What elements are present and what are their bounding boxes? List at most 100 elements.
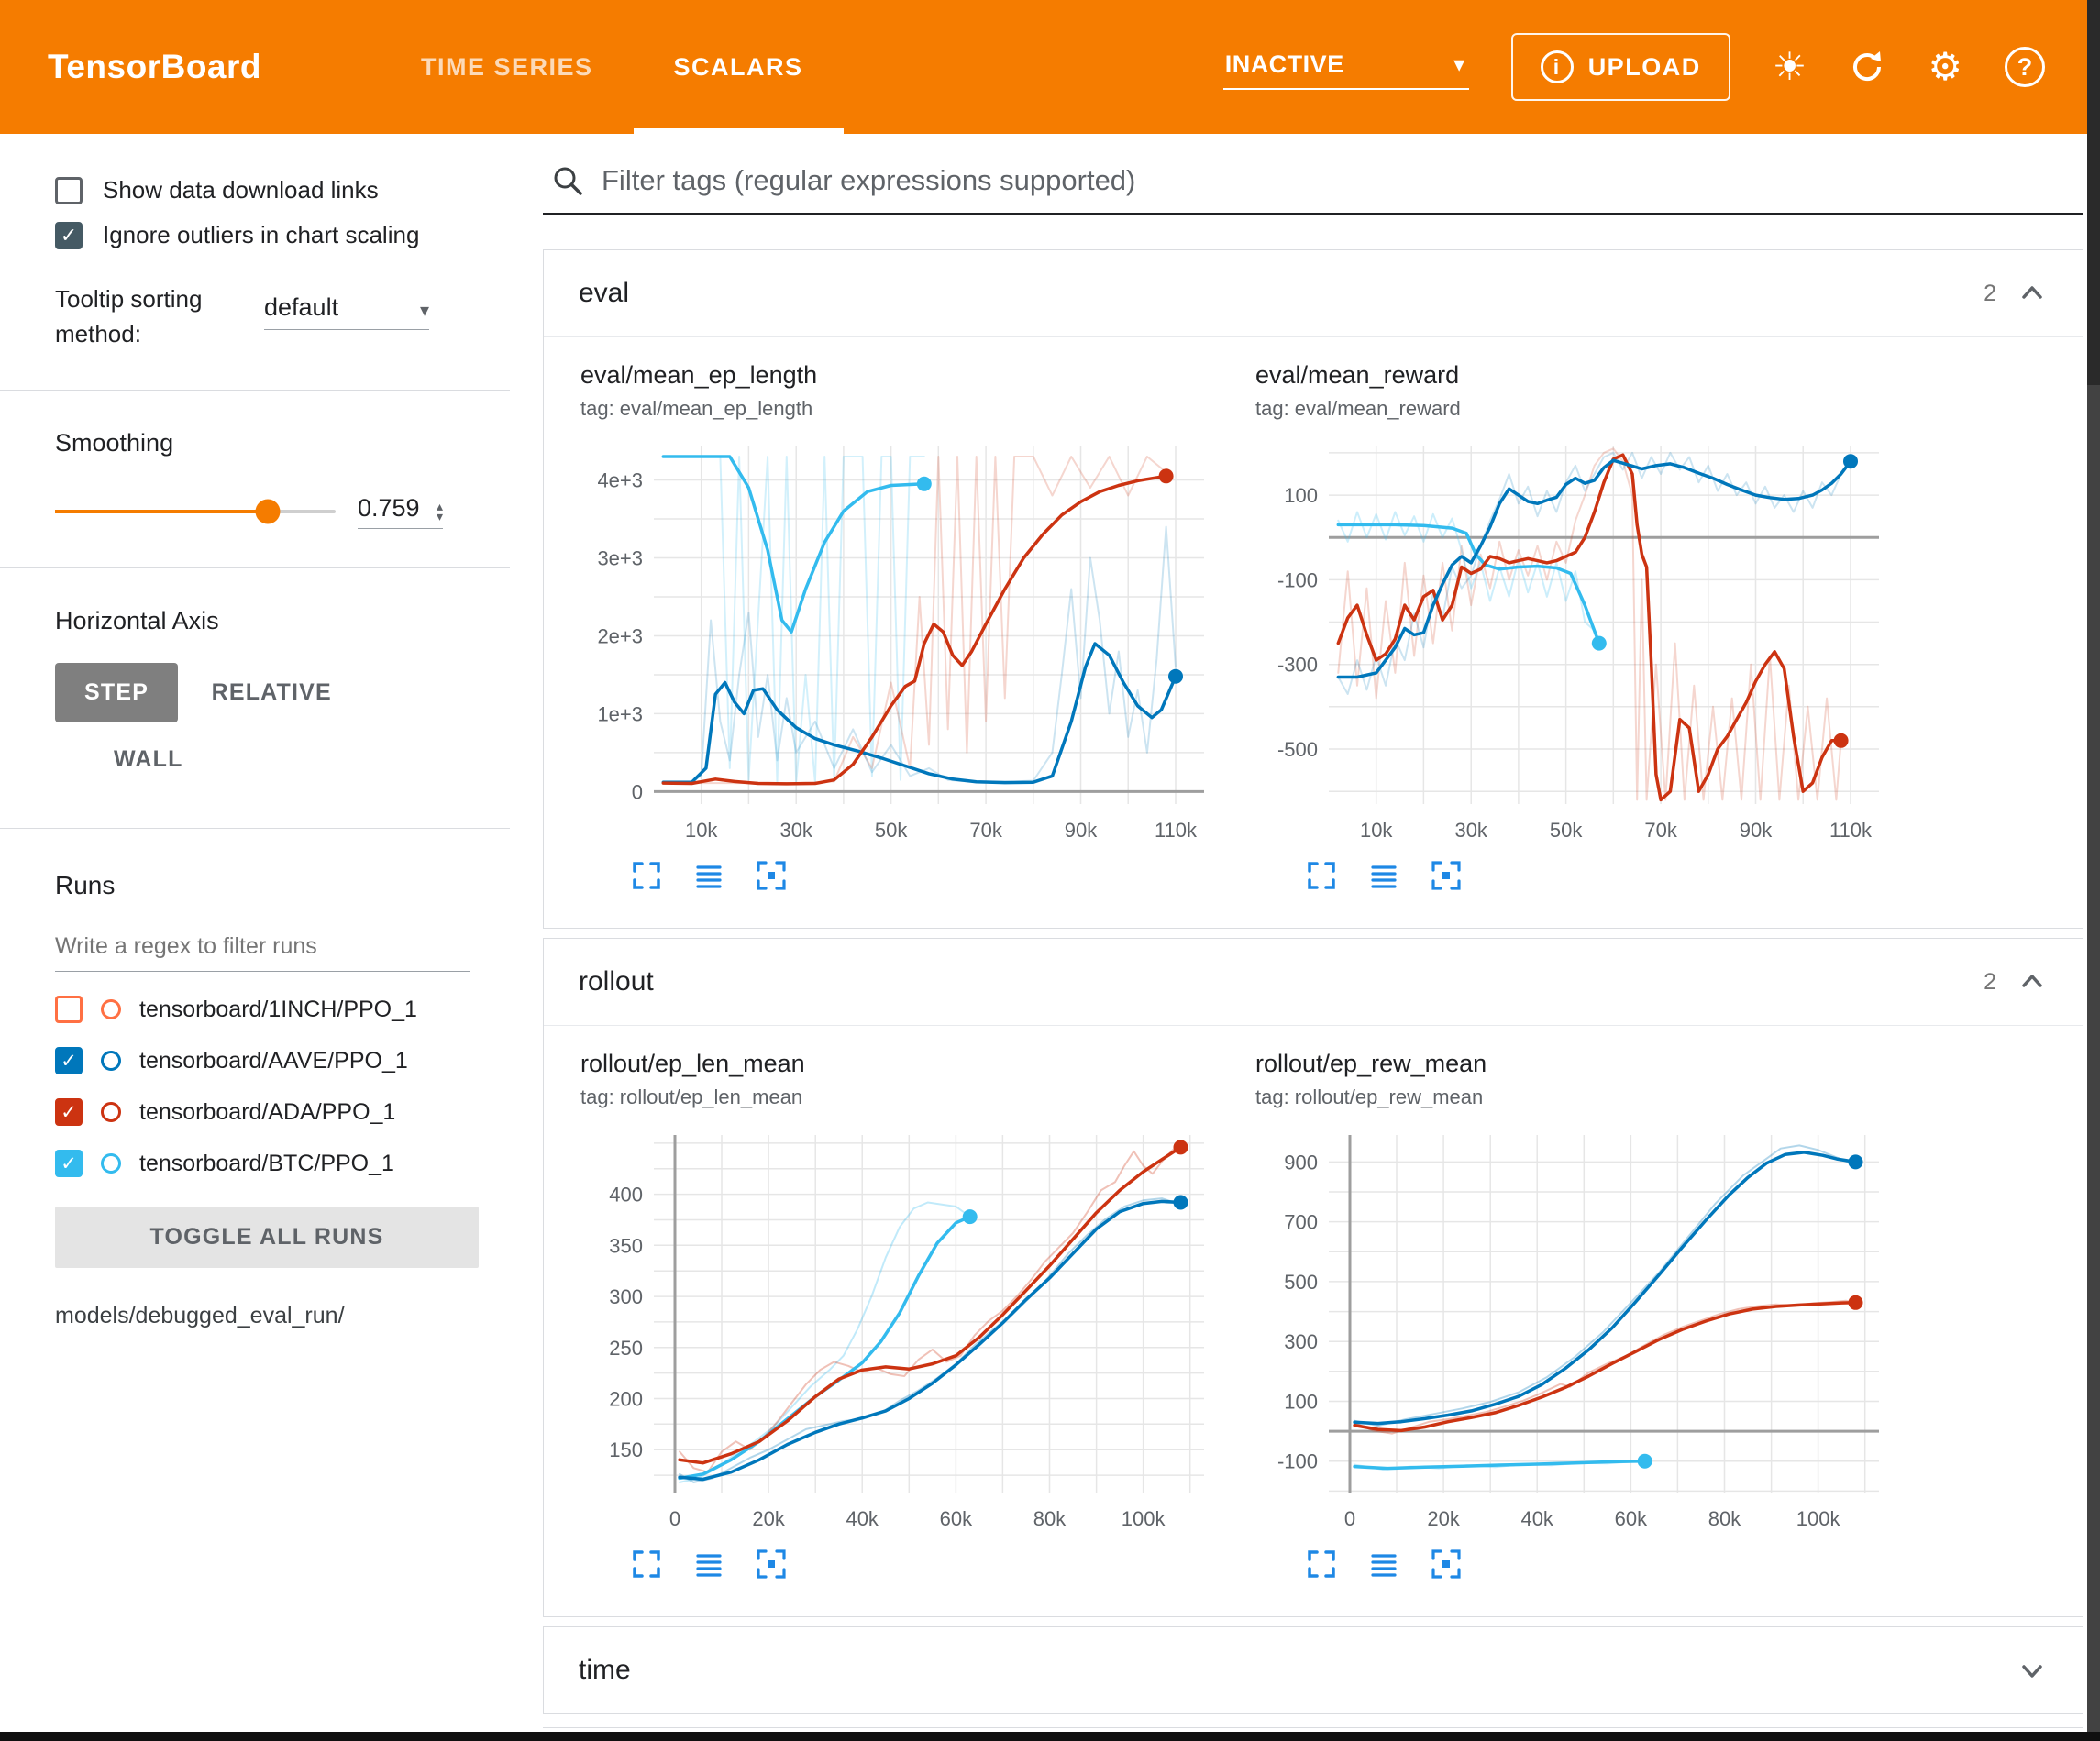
checkbox-label: Ignore outliers in chart scaling xyxy=(103,221,419,249)
group-header-rollout[interactable]: rollout 2 xyxy=(544,939,2083,1025)
svg-text:4e+3: 4e+3 xyxy=(597,469,643,492)
smoothing-slider[interactable] xyxy=(55,510,336,513)
svg-text:70k: 70k xyxy=(969,819,1002,842)
horizontal-axis-label: Horizontal Axis xyxy=(55,607,510,635)
app-header: TensorBoard TIME SERIES SCALARS INACTIVE… xyxy=(0,0,2100,134)
chart-tag: tag: rollout/ep_len_mean xyxy=(580,1085,1233,1109)
chart-canvas[interactable]: 020k40k60k80k100k-100100300500700900 xyxy=(1255,1120,1908,1543)
expand-chart-button[interactable] xyxy=(628,858,665,895)
tooltip-sorting-dropdown[interactable]: default ▾ xyxy=(264,282,429,330)
chevron-down-icon[interactable] xyxy=(2017,1655,2048,1686)
checkbox-label: Show data download links xyxy=(103,176,379,204)
axis-relative-button[interactable]: RELATIVE xyxy=(182,663,361,722)
svg-text:70k: 70k xyxy=(1644,819,1677,842)
svg-text:-100: -100 xyxy=(1277,1450,1318,1473)
view-data-button[interactable] xyxy=(1365,858,1402,895)
view-data-button[interactable] xyxy=(691,858,727,895)
svg-text:10k: 10k xyxy=(1360,819,1393,842)
run-row-1inch[interactable]: tensorboard/1INCH/PPO_1 xyxy=(55,996,510,1023)
tab-time-series[interactable]: TIME SERIES xyxy=(381,0,634,134)
run-row-btc[interactable]: ✓ tensorboard/BTC/PPO_1 xyxy=(55,1150,510,1177)
fit-domain-button[interactable] xyxy=(753,1547,790,1583)
run-checkbox[interactable]: ✓ xyxy=(55,1150,83,1177)
chevron-up-icon[interactable] xyxy=(2017,278,2048,309)
svg-text:900: 900 xyxy=(1284,1151,1318,1174)
smoothing-value-field[interactable]: ▴▾ xyxy=(358,494,443,529)
view-data-button[interactable] xyxy=(691,1547,727,1583)
run-row-aave[interactable]: ✓ tensorboard/AAVE/PPO_1 xyxy=(55,1047,510,1074)
divider xyxy=(0,390,510,391)
group-name: rollout xyxy=(579,966,654,997)
smoothing-value-input[interactable] xyxy=(358,494,429,523)
runs-section-label: Runs xyxy=(55,871,510,900)
number-stepper[interactable]: ▴▾ xyxy=(437,501,443,523)
chevron-up-icon[interactable] xyxy=(2017,966,2048,997)
status-dropdown[interactable]: INACTIVE ▾ xyxy=(1223,45,1469,90)
toggle-all-runs-button[interactable]: TOGGLE ALL RUNS xyxy=(55,1207,479,1268)
chart-canvas[interactable]: 10k30k50k70k90k110k01e+32e+33e+34e+3 xyxy=(580,432,1233,854)
app-title: TensorBoard xyxy=(48,48,261,86)
group-card-eval: eval 2 eval/mean_ep_length tag: eval/mea… xyxy=(543,249,2083,929)
expand-chart-button[interactable] xyxy=(628,1547,665,1583)
search-icon xyxy=(550,163,585,198)
chart-canvas[interactable]: 020k40k60k80k100k150200250300350400 xyxy=(580,1120,1233,1543)
tab-scalars[interactable]: SCALARS xyxy=(634,0,844,134)
expand-chart-button[interactable] xyxy=(1303,1547,1340,1583)
smoothing-label: Smoothing xyxy=(55,429,510,457)
svg-text:-300: -300 xyxy=(1277,654,1318,677)
svg-text:80k: 80k xyxy=(1708,1507,1741,1530)
run-checkbox[interactable]: ✓ xyxy=(55,1098,83,1126)
axis-wall-button[interactable]: WALL xyxy=(84,730,213,789)
group-chart-count: 2 xyxy=(1984,969,1996,996)
group-header-time[interactable]: time xyxy=(544,1627,2083,1713)
upload-button[interactable]: i UPLOAD xyxy=(1511,33,1730,101)
slider-thumb[interactable] xyxy=(256,500,281,524)
chart-title: eval/mean_ep_length xyxy=(580,361,1233,390)
svg-text:0: 0 xyxy=(1344,1507,1355,1530)
svg-text:500: 500 xyxy=(1284,1271,1318,1294)
group-name: eval xyxy=(579,278,629,309)
run-checkbox[interactable]: ✓ xyxy=(55,1047,83,1074)
help-icon[interactable]: ? xyxy=(2005,47,2045,87)
svg-text:-100: -100 xyxy=(1277,568,1318,591)
refresh-icon[interactable] xyxy=(1849,49,1885,85)
checkbox-icon[interactable]: ✓ xyxy=(55,222,83,249)
upload-label: UPLOAD xyxy=(1588,53,1701,82)
show-download-links-checkbox[interactable]: Show data download links xyxy=(55,176,510,204)
svg-text:40k: 40k xyxy=(846,1507,879,1530)
tag-filter-input[interactable] xyxy=(602,164,2080,197)
fit-domain-button[interactable] xyxy=(1428,858,1464,895)
svg-text:10k: 10k xyxy=(685,819,718,842)
svg-text:250: 250 xyxy=(609,1337,643,1360)
fit-domain-button[interactable] xyxy=(753,858,790,895)
group-card-rollout: rollout 2 rollout/ep_len_mean tag: rollo… xyxy=(543,938,2083,1617)
checkbox-icon[interactable] xyxy=(55,177,83,204)
group-chart-count: 2 xyxy=(1984,281,1996,307)
info-icon: i xyxy=(1541,50,1574,83)
chart-eval-mean-reward: eval/mean_reward tag: eval/mean_reward 1… xyxy=(1255,361,1908,895)
run-checkbox[interactable] xyxy=(55,996,83,1023)
nav-tabs: TIME SERIES SCALARS xyxy=(381,0,844,134)
ignore-outliers-checkbox[interactable]: ✓ Ignore outliers in chart scaling xyxy=(55,221,510,249)
fit-domain-button[interactable] xyxy=(1428,1547,1464,1583)
expand-chart-button[interactable] xyxy=(1303,858,1340,895)
svg-text:80k: 80k xyxy=(1033,1507,1067,1530)
svg-text:30k: 30k xyxy=(779,819,812,842)
svg-text:110k: 110k xyxy=(1829,819,1873,842)
status-dropdown-value: INACTIVE xyxy=(1225,50,1344,79)
chart-canvas[interactable]: 10k30k50k70k90k110k-500-300-100100 xyxy=(1255,432,1908,854)
svg-text:700: 700 xyxy=(1284,1211,1318,1234)
scrollbar-thumb[interactable] xyxy=(2087,0,2100,385)
axis-step-button[interactable]: STEP xyxy=(55,663,178,722)
vertical-scrollbar[interactable] xyxy=(2087,0,2100,1741)
svg-text:100: 100 xyxy=(1284,1391,1318,1414)
view-data-button[interactable] xyxy=(1365,1547,1402,1583)
svg-text:60k: 60k xyxy=(1615,1507,1648,1530)
runs-filter-input[interactable] xyxy=(55,928,470,972)
tooltip-sorting-label: Tooltip sorting method: xyxy=(55,282,248,351)
stepper-down-icon[interactable]: ▾ xyxy=(437,512,443,523)
run-row-ada[interactable]: ✓ tensorboard/ADA/PPO_1 xyxy=(55,1098,510,1126)
settings-icon[interactable]: ⚙ xyxy=(1928,48,1962,86)
group-header-eval[interactable]: eval 2 xyxy=(544,250,2083,336)
brightness-icon[interactable]: ☀ xyxy=(1773,48,1807,86)
